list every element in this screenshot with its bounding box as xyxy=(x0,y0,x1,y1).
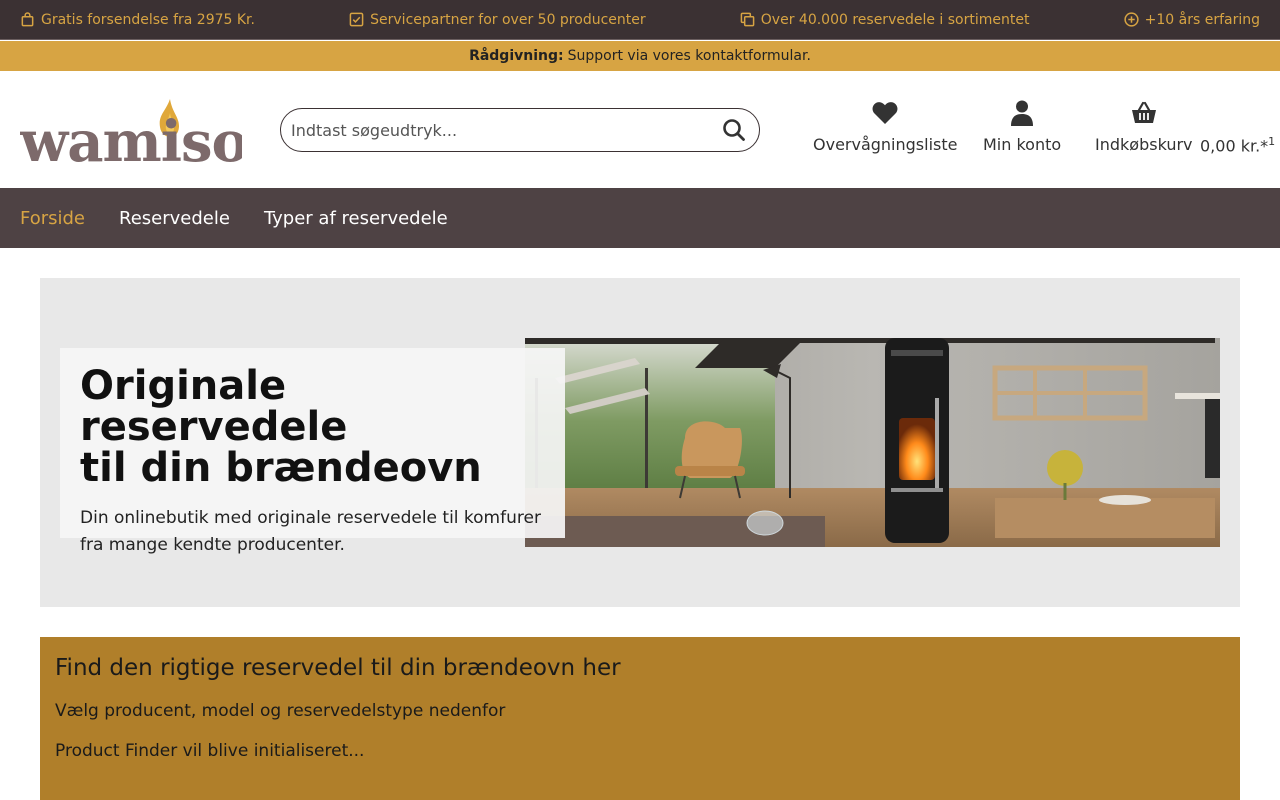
finder-status: Product Finder vil blive initialiseret..… xyxy=(55,741,365,761)
basket-icon xyxy=(1131,99,1157,127)
usp-experience-text: +10 års erfaring xyxy=(1144,11,1260,28)
heart-icon xyxy=(872,99,898,127)
usp-shipping-text: Gratis forsendelse fra 2975 Kr. xyxy=(41,11,255,28)
bag-icon xyxy=(21,12,34,27)
site-header: wamiso Overvågningsliste Min konto Indkø… xyxy=(0,71,1280,188)
usp-assortment: Over 40.000 reservedele i sortimentet xyxy=(740,11,1030,28)
nav-item-typer-af-reservedele[interactable]: Typer af reservedele xyxy=(264,208,448,229)
advice-text: Support via vores xyxy=(567,48,691,64)
usp-service: Servicepartner for over 50 producenter xyxy=(349,11,646,28)
cart-total-value: 0,00 kr.* xyxy=(1200,136,1269,156)
nav-item-forside[interactable]: Forside xyxy=(20,208,85,229)
cart-footnote: 1 xyxy=(1268,135,1276,148)
cart-total[interactable]: 0,00 kr.*1 xyxy=(1200,135,1275,155)
hero-title-line1: Originale reservedele xyxy=(80,363,348,450)
account-button[interactable]: Min konto xyxy=(983,99,1061,154)
search-bar xyxy=(280,108,760,152)
search-button[interactable] xyxy=(721,117,747,143)
nav-item-reservedele[interactable]: Reservedele xyxy=(119,208,230,229)
advice-bar: Rådgivning: Support via vores kontaktfor… xyxy=(0,41,1280,71)
product-finder: Find den rigtige reservedel til din bræn… xyxy=(40,637,1240,800)
usp-experience: +10 års erfaring xyxy=(1123,11,1260,28)
usp-assortment-text: Over 40.000 reservedele i sortimentet xyxy=(760,11,1030,28)
hero-subtitle: Din onlinebutik med originale reservedel… xyxy=(80,505,545,559)
advice-label: Rådgivning: xyxy=(469,48,564,64)
main-nav: Forside Reservedele Typer af reservedele xyxy=(0,188,1280,248)
hero-subtitle-line1: Din onlinebutik med originale reservedel… xyxy=(80,508,541,528)
usp-service-text: Servicepartner for over 50 producenter xyxy=(370,11,646,28)
contact-form-link[interactable]: kontaktformular. xyxy=(695,48,811,64)
account-label: Min konto xyxy=(983,135,1062,154)
svg-text:wamiso: wamiso xyxy=(20,109,242,163)
cart-label: Indkøbskurv xyxy=(1095,135,1193,154)
usp-bar: Gratis forsendelse fra 2975 Kr. Servicep… xyxy=(0,0,1280,40)
search-icon xyxy=(723,119,745,141)
hero-image xyxy=(525,338,1220,547)
finder-title: Find den rigtige reservedel til din bræn… xyxy=(55,655,621,681)
plus-circle-icon xyxy=(1123,12,1139,27)
cart-button[interactable]: Indkøbskurv xyxy=(1095,99,1193,154)
search-input[interactable] xyxy=(291,120,721,140)
wishlist-label: Overvågningsliste xyxy=(813,135,958,154)
hero-title-line2: til din brændeovn xyxy=(80,445,482,491)
hero-banner: Originale reservedele til din brændeovn D… xyxy=(40,278,1240,607)
hero-text-card: Originale reservedele til din brændeovn D… xyxy=(60,348,565,555)
wamiso-logo[interactable]: wamiso xyxy=(20,97,242,163)
hero-title: Originale reservedele til din brændeovn xyxy=(80,366,545,489)
user-icon xyxy=(1011,99,1034,127)
hero-subtitle-line2: fra mange kendte producenter. xyxy=(80,535,345,555)
check-square-icon xyxy=(349,12,364,27)
finder-instruction: Vælg producent, model og reservedelstype… xyxy=(55,701,506,721)
usp-shipping: Gratis forsendelse fra 2975 Kr. xyxy=(20,12,255,28)
copy-icon xyxy=(740,12,755,27)
wishlist-button[interactable]: Overvågningsliste xyxy=(813,99,957,154)
